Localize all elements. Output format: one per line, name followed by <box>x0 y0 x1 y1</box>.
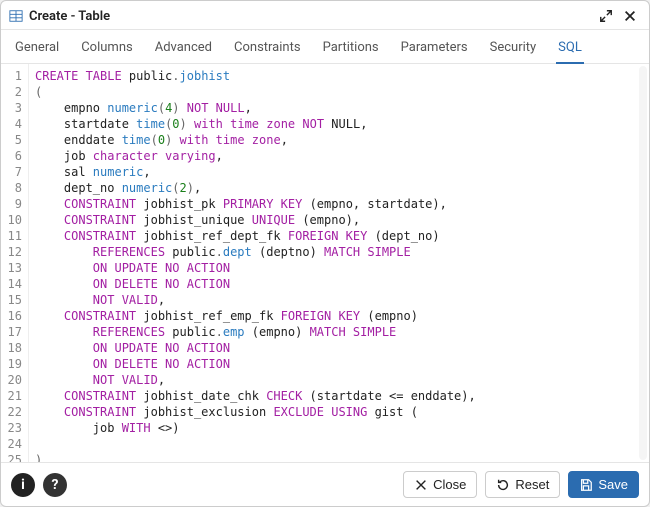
table-icon <box>9 9 23 23</box>
save-button[interactable]: Save <box>568 471 639 498</box>
info-icon[interactable]: i <box>11 473 35 497</box>
close-button[interactable]: Close <box>403 471 477 498</box>
scrollbar[interactable] <box>639 66 647 460</box>
tab-security[interactable]: Security <box>488 36 539 63</box>
tab-columns[interactable]: Columns <box>79 36 135 63</box>
tab-general[interactable]: General <box>13 36 61 63</box>
tab-partitions[interactable]: Partitions <box>321 36 381 63</box>
close-icon[interactable] <box>621 7 639 25</box>
titlebar: Create - Table <box>1 1 649 30</box>
save-button-label: Save <box>598 477 628 492</box>
window-title: Create - Table <box>29 9 110 24</box>
help-icon[interactable]: ? <box>43 473 67 497</box>
reset-button[interactable]: Reset <box>485 471 560 498</box>
line-gutter: 1 2 3 4 5 6 7 8 9 10 11 12 13 14 15 16 1… <box>1 64 29 462</box>
expand-icon[interactable] <box>597 7 615 25</box>
sql-editor[interactable]: 1 2 3 4 5 6 7 8 9 10 11 12 13 14 15 16 1… <box>1 64 649 463</box>
tab-advanced[interactable]: Advanced <box>153 36 214 63</box>
tab-constraints[interactable]: Constraints <box>232 36 303 63</box>
tab-sql[interactable]: SQL <box>556 36 584 63</box>
dialog-window: Create - Table General Columns Advanced … <box>0 0 650 507</box>
reset-button-label: Reset <box>515 477 549 492</box>
tab-bar: General Columns Advanced Constraints Par… <box>1 30 649 64</box>
footer: i ? Close Reset Save <box>1 463 649 506</box>
close-button-label: Close <box>433 477 466 492</box>
tab-parameters[interactable]: Parameters <box>399 36 470 63</box>
code-area[interactable]: CREATE TABLE public.jobhist( empno numer… <box>29 64 649 462</box>
